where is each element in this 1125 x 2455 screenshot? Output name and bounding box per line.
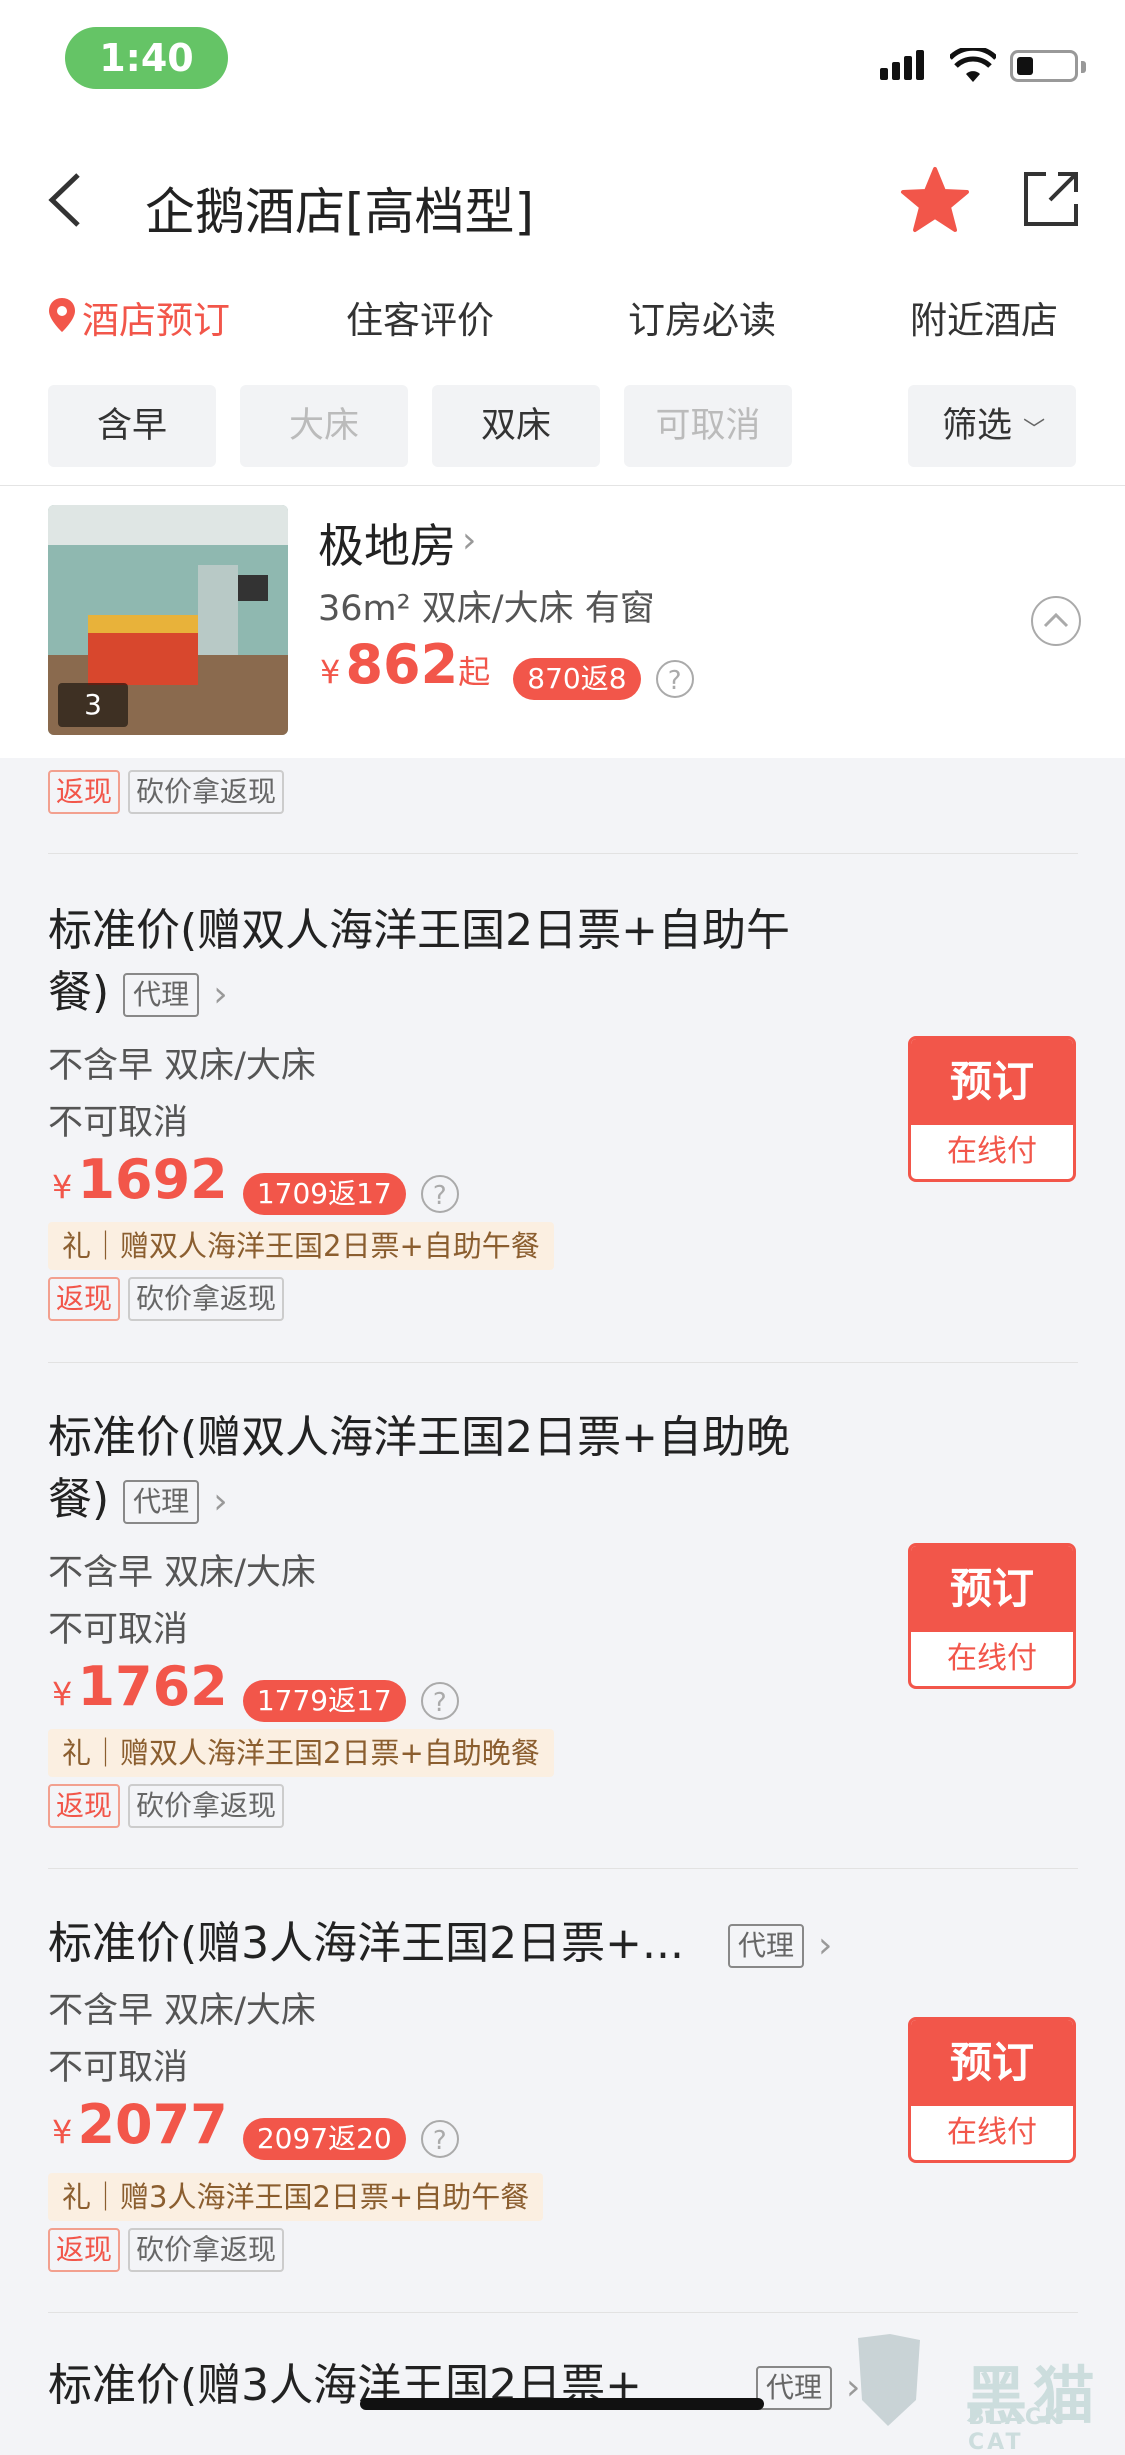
bargain-tag: 砍价拿返现	[128, 1277, 285, 1321]
chevron-right-icon: ›	[818, 1925, 833, 1966]
bargain-tag: 砍价拿返现	[128, 1784, 285, 1828]
cash-back-tag: 返现	[48, 1277, 121, 1321]
divider	[48, 1362, 1078, 1363]
rebate-badge: 1709返17	[242, 1172, 406, 1215]
chevron-up-icon[interactable]	[1030, 595, 1082, 647]
cash-back-tag: 返现	[48, 770, 121, 814]
agent-tag: 代理	[123, 973, 200, 1017]
offer-2-tags: 返现 砍价拿返现	[48, 1784, 285, 1828]
offer-3-title[interactable]: 标准价(赠3人海洋王国2日票+... 代理 ›	[48, 1913, 832, 1977]
book-button[interactable]: 预订 在线付	[908, 2017, 1076, 2163]
help-icon[interactable]: ?	[420, 1174, 459, 1213]
home-indicator[interactable]	[360, 2398, 764, 2410]
help-icon[interactable]: ?	[655, 659, 694, 698]
price-from-suffix: 起	[458, 653, 491, 691]
offer-2-cancel-policy: 不可取消	[48, 1610, 189, 1650]
bargain-tag: 砍价拿返现	[128, 2228, 285, 2272]
book-label: 预订	[911, 1039, 1073, 1125]
battery-tip	[1081, 61, 1086, 73]
offer-title-line1: 标准价(赠双人海洋王国2日票+自助晚	[48, 1412, 791, 1463]
chevron-right-icon: ›	[462, 520, 477, 561]
offer-2-meal-bed: 不含早 双床/大床	[48, 1553, 316, 1593]
offer-title-line2: 餐)	[48, 967, 110, 1018]
offer-3-price: ¥ 2077 2097返20 ?	[52, 2093, 459, 2160]
chevron-down-icon: ﹀	[1023, 418, 1046, 443]
rebate-badge: 870返8	[513, 657, 641, 700]
agent-tag: 代理	[123, 1480, 200, 1524]
cash-back-tag: 返现	[48, 1784, 121, 1828]
filter-breakfast[interactable]: 含早	[48, 385, 216, 467]
offer-1-cancel-policy: 不可取消	[48, 1103, 189, 1143]
agent-tag: 代理	[727, 1924, 804, 1968]
chevron-right-icon: ›	[213, 1481, 228, 1522]
cash-back-tag: 返现	[48, 2228, 121, 2272]
book-button[interactable]: 预订 在线付	[908, 1036, 1076, 1182]
rebate-badge: 1779返17	[242, 1679, 406, 1722]
bargain-tag: 砍价拿返现	[128, 770, 285, 814]
book-button[interactable]: 预订 在线付	[908, 1543, 1076, 1689]
offer-1-meal-bed: 不含早 双床/大床	[48, 1046, 316, 1086]
room-name: 极地房	[318, 519, 456, 573]
signal-icon	[880, 50, 928, 80]
pay-online-label: 在线付	[947, 1134, 1037, 1169]
room-price: ¥ 862起 870返8 ?	[320, 633, 694, 700]
filter-more-label: 筛选	[942, 406, 1013, 446]
price-value: 1762	[77, 1655, 228, 1718]
watermark-subtext: BLACK CAT	[968, 2405, 1065, 2455]
help-icon[interactable]: ?	[420, 1681, 459, 1720]
tab-guest-reviews[interactable]: 住客评价	[346, 290, 494, 344]
gift-tag: 礼｜赠3人海洋王国2日票+自助午餐	[48, 2173, 544, 2221]
location-pin-icon	[49, 298, 75, 332]
divider	[48, 2312, 1078, 2313]
photo-count-badge: 3	[58, 683, 128, 727]
room-price-value: 862	[345, 633, 459, 696]
favorite-star-icon[interactable]	[900, 165, 970, 235]
currency-symbol: ¥	[320, 653, 341, 691]
filter-twin-bed[interactable]: 双床	[432, 385, 600, 467]
book-label: 预订	[911, 1546, 1073, 1632]
help-icon[interactable]: ?	[420, 2119, 459, 2158]
offer-title-line2: 餐)	[48, 1474, 110, 1525]
book-label: 预订	[911, 2020, 1073, 2106]
divider	[48, 1868, 1078, 1869]
gift-tag: 礼｜赠双人海洋王国2日票+自助晚餐	[48, 1729, 554, 1777]
back-icon[interactable]	[40, 165, 100, 235]
tab-hotel-booking[interactable]: 酒店预订	[82, 290, 230, 344]
offer-3-cancel-policy: 不可取消	[48, 2048, 189, 2088]
filter-cancellable[interactable]: 可取消	[624, 385, 792, 467]
pay-online-label: 在线付	[947, 1641, 1037, 1676]
room-info: 36m² 双床/大床 有窗	[318, 589, 655, 629]
price-value: 1692	[77, 1148, 228, 1211]
offer-1-tags: 返现 砍价拿返现	[48, 1277, 285, 1321]
offer-1-price: ¥ 1692 1709返17 ?	[52, 1148, 459, 1215]
divider	[48, 853, 1078, 854]
offer-2-title[interactable]: 标准价(赠双人海洋王国2日票+自助晚 餐) 代理 ›	[48, 1407, 790, 1533]
currency-symbol: ¥	[52, 1168, 73, 1206]
offer-2-price: ¥ 1762 1779返17 ?	[52, 1655, 459, 1722]
price-value: 2077	[77, 2093, 228, 2156]
offer-title-line1: 标准价(赠3人海洋王国2日票+...	[48, 1918, 684, 1969]
currency-symbol: ¥	[52, 1675, 73, 1713]
share-icon[interactable]	[1020, 168, 1082, 230]
offer-3-meal-bed: 不含早 双床/大床	[48, 1991, 316, 2031]
gift-tag: 礼｜赠双人海洋王国2日票+自助午餐	[48, 1222, 554, 1270]
tab-nearby-hotels[interactable]: 附近酒店	[910, 290, 1058, 344]
rebate-badge: 2097返20	[242, 2117, 406, 2160]
offer-title-line1: 标准价(赠双人海洋王国2日票+自助午	[48, 905, 791, 956]
offer-3-tags: 返现 砍价拿返现	[48, 2228, 285, 2272]
tab-booking-notes[interactable]: 订房必读	[628, 290, 776, 344]
battery-icon	[1010, 50, 1078, 82]
offer-0-tags: 返现 砍价拿返现	[48, 770, 285, 814]
wifi-icon	[950, 48, 996, 82]
filter-more-button[interactable]: 筛选 ﹀	[908, 385, 1076, 467]
pay-online-label: 在线付	[947, 2115, 1037, 2150]
hotel-title: 企鹅酒店[高档型]	[145, 183, 535, 241]
chevron-right-icon: ›	[213, 974, 228, 1015]
agent-tag: 代理	[756, 2366, 833, 2410]
filter-king-bed[interactable]: 大床	[240, 385, 408, 467]
currency-symbol: ¥	[52, 2113, 73, 2151]
status-time: 1:40	[65, 27, 228, 89]
offer-1-title[interactable]: 标准价(赠双人海洋王国2日票+自助午 餐) 代理 ›	[48, 900, 790, 1026]
